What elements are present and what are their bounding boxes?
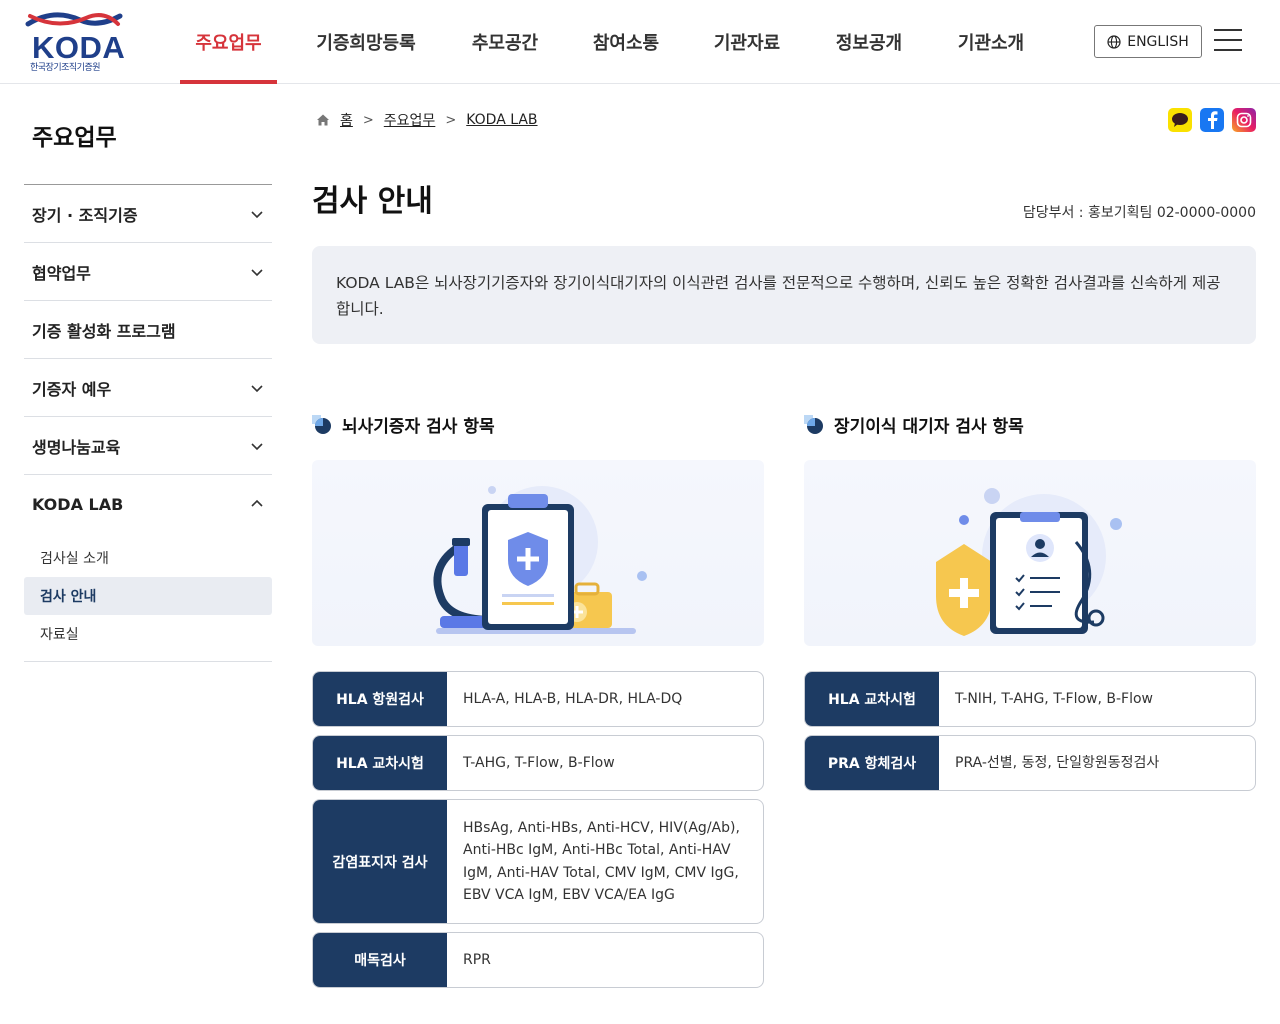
row-label: HLA 교차시험 [805, 672, 939, 726]
chevron-down-icon [251, 384, 263, 392]
logo-subtitle: 한국장기조직기증원 [30, 63, 101, 73]
nav-item-information[interactable]: 정보공개 [797, 0, 941, 84]
sidebar-item-agreement[interactable]: 협약업무 [24, 243, 272, 301]
recipient-section-title: 장기이식 대기자 검사 항목 [804, 412, 1024, 437]
row-value: T-NIH, T-AHG, T-Flow, B-Flow [955, 690, 1154, 707]
chevron-right-icon: > [362, 112, 374, 128]
nav-item-memorial[interactable]: 추모공간 [455, 0, 555, 84]
section-bullet-icon [312, 414, 331, 434]
sidebar-item-label: 기증 활성화 프로그램 [32, 321, 176, 341]
table-row: 매독검사 RPR [312, 932, 764, 988]
chevron-up-icon [251, 499, 263, 507]
chevron-down-icon [251, 210, 263, 218]
donor-section-label: 뇌사기증자 검사 항목 [342, 417, 495, 437]
row-value: T-AHG, T-Flow, B-Flow [463, 754, 615, 771]
sidebar-item-donation-program[interactable]: 기증 활성화 프로그램 [24, 301, 272, 359]
nav-item-about[interactable]: 기관소개 [941, 0, 1041, 84]
nav-item-main-business[interactable]: 주요업무 [180, 0, 277, 84]
row-label: HLA 교차시험 [313, 736, 447, 790]
table-row: HLA 항원검사 HLA-A, HLA-B, HLA-DR, HLA-DQ [312, 671, 764, 727]
sidebar-subitem-test-guide[interactable]: 검사 안내 [24, 577, 272, 615]
sidebar-item-koda-lab[interactable]: KODA LAB [24, 475, 272, 533]
main-nav: 주요업무 기증희망등록 추모공간 참여소통 기관자료 정보공개 기관소개 [180, 0, 1041, 84]
row-label: PRA 항체검사 [805, 736, 939, 790]
recipient-section-label: 장기이식 대기자 검사 항목 [834, 417, 1024, 437]
chevron-down-icon [251, 442, 263, 450]
kakaotalk-icon[interactable] [1168, 108, 1192, 132]
sidebar-submenu: 검사실 소개 검사 안내 자료실 [24, 533, 272, 662]
table-row: HLA 교차시험 T-NIH, T-AHG, T-Flow, B-Flow [804, 671, 1256, 727]
nav-item-donation-registration[interactable]: 기증희망등록 [277, 0, 455, 84]
instagram-icon[interactable] [1232, 108, 1256, 132]
english-button[interactable]: ENGLISH [1094, 25, 1202, 58]
shield-clipboard-illustration [936, 488, 1122, 636]
sidebar-title: 주요업무 [32, 125, 117, 151]
sidebar-item-life-sharing-education[interactable]: 생명나눔교육 [24, 417, 272, 475]
sidebar-item-label: 협약업무 [32, 263, 91, 283]
globe-icon [1107, 34, 1121, 49]
page-title: 검사 안내 [312, 184, 433, 219]
nav-item-participation[interactable]: 참여소통 [555, 0, 697, 84]
facebook-icon[interactable] [1200, 108, 1224, 132]
sidebar-subitem-resources[interactable]: 자료실 [24, 615, 272, 653]
koda-logo[interactable]: KODA 한국장기조직기증원 [24, 10, 125, 74]
hamburger-menu-icon[interactable] [1214, 29, 1242, 53]
sidebar-item-label: 기증자 예우 [32, 379, 112, 399]
home-icon [317, 114, 329, 126]
table-row: HLA 교차시험 T-AHG, T-Flow, B-Flow [312, 735, 764, 791]
sidebar-item-organ-donation[interactable]: 장기 · 조직기증 [24, 185, 272, 243]
site-header: KODA 한국장기조직기증원 주요업무 기증희망등록 추모공간 참여소통 기관자… [0, 0, 1280, 84]
sidebar-subitem-lab-intro[interactable]: 검사실 소개 [24, 539, 272, 577]
recipient-illustration [804, 460, 1256, 646]
nav-item-materials[interactable]: 기관자료 [697, 0, 797, 84]
sidebar-item-label: KODA LAB [32, 494, 124, 514]
row-label: 감염표지자 검사 [313, 800, 447, 923]
english-label: ENGLISH [1127, 33, 1189, 50]
row-value: HLA-A, HLA-B, HLA-DR, HLA-DQ [463, 690, 683, 707]
donor-illustration [312, 460, 764, 646]
intro-text: KODA LAB은 뇌사장기기증자와 장기이식대기자의 이식관련 검사를 전문적… [336, 274, 1221, 318]
breadcrumb-level2[interactable]: KODA LAB [466, 112, 537, 128]
row-value: RPR [463, 951, 491, 968]
breadcrumb-home[interactable]: 홈 [340, 110, 353, 130]
row-label: 매독검사 [313, 933, 447, 987]
chevron-down-icon [251, 268, 263, 276]
row-label: HLA 항원검사 [313, 672, 447, 726]
table-row: PRA 항체검사 PRA-선별, 동정, 단일항원동정검사 [804, 735, 1256, 791]
breadcrumb: 홈 > 주요업무 > KODA LAB [316, 110, 538, 130]
donor-section-title: 뇌사기증자 검사 항목 [312, 412, 495, 437]
row-value: PRA-선별, 동정, 단일항원동정검사 [955, 754, 1160, 771]
sidebar-item-label: 생명나눔교육 [32, 437, 121, 457]
microscope-clipboard-illustration [433, 486, 647, 634]
department-info: 담당부서 : 홍보기획팀 02-0000-0000 [1022, 205, 1256, 221]
table-row: 감염표지자 검사 HBsAg, Anti-HBs, Anti-HCV, HIV(… [312, 799, 764, 924]
chevron-right-icon: > [445, 112, 457, 128]
breadcrumb-level1[interactable]: 주요업무 [384, 110, 436, 130]
section-bullet-icon [804, 414, 823, 434]
sidebar-item-label: 장기 · 조직기증 [32, 205, 138, 225]
sidebar-menu: 장기 · 조직기증 협약업무 기증 활성화 프로그램 기증자 예우 생명나눔교육… [24, 184, 272, 662]
sidebar-item-donor-honor[interactable]: 기증자 예우 [24, 359, 272, 417]
intro-box: KODA LAB은 뇌사장기기증자와 장기이식대기자의 이식관련 검사를 전문적… [312, 246, 1256, 344]
row-value: HBsAg, Anti-HBs, Anti-HCV, HIV(Ag/Ab), A… [463, 819, 740, 904]
social-share [1168, 108, 1256, 132]
